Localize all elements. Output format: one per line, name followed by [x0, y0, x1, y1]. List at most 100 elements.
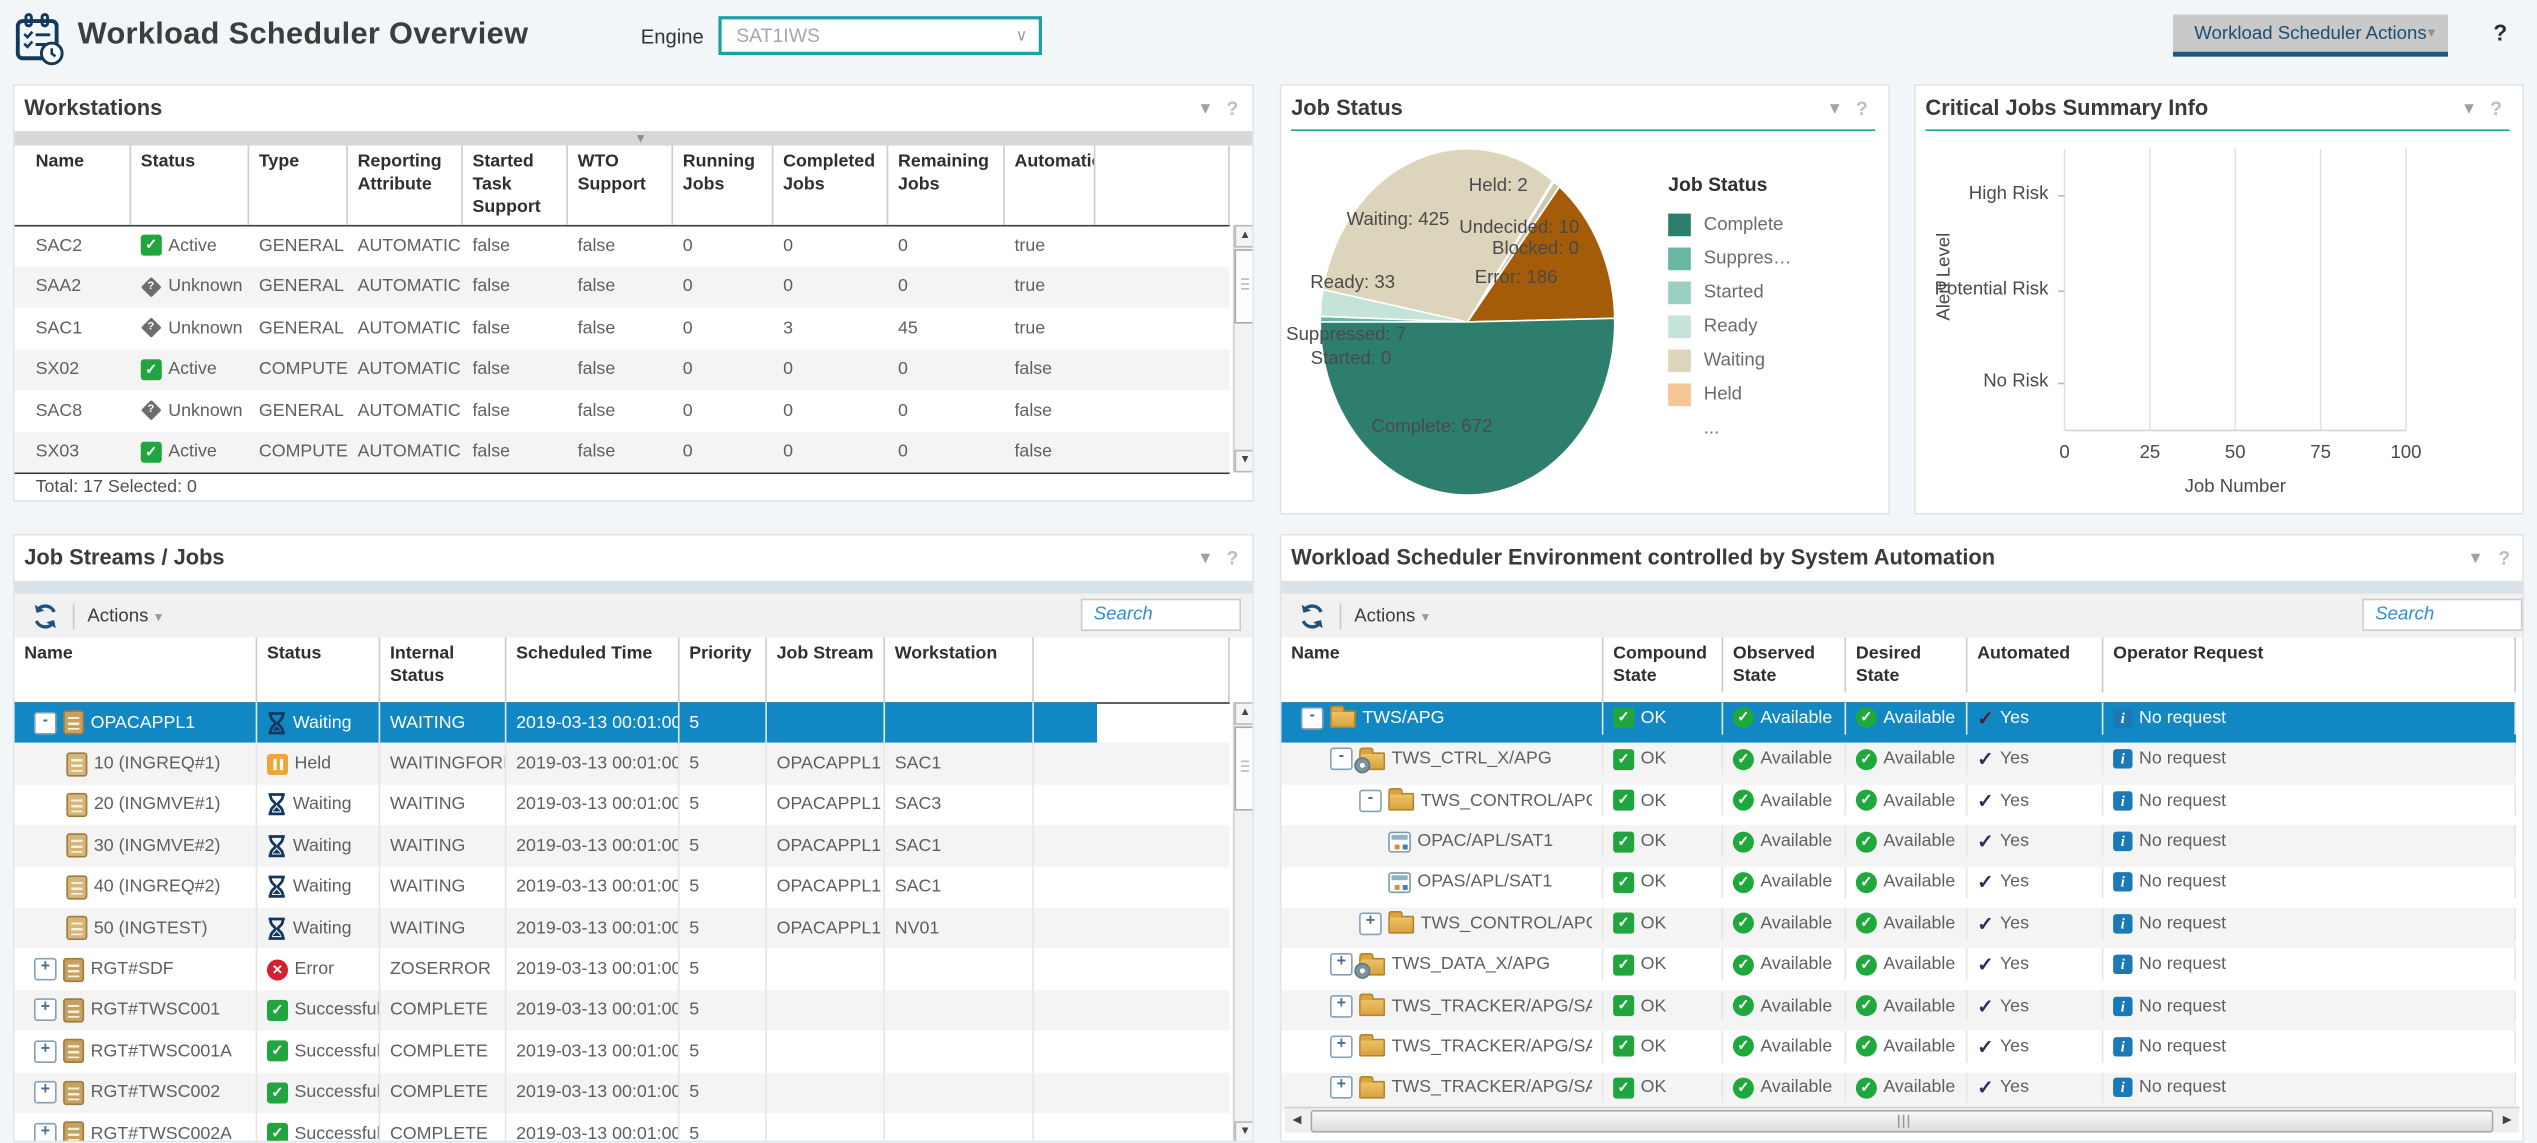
column-header-internal-status[interactable]: Internal Status [380, 637, 506, 702]
table-row[interactable]: OPAS/APL/SAT1✓OK✓Available✓Available✓Yes… [1281, 867, 2516, 908]
scroll-down-button[interactable]: ▼ [1235, 450, 1254, 473]
expand-toggle[interactable]: + [34, 1081, 57, 1104]
panel-menu-caret-icon[interactable]: ▼ [1197, 100, 1213, 118]
legend-item-ready[interactable]: Ready [1668, 309, 1792, 343]
column-header-operator-request[interactable]: Operator Request [2103, 637, 2516, 692]
column-header-automatic[interactable]: Automatic [1005, 146, 1096, 225]
column-header-status[interactable]: Status [257, 637, 380, 702]
collapse-toggle[interactable]: - [1359, 789, 1382, 812]
column-header-started-task-support[interactable]: Started Task Support [463, 146, 568, 225]
column-header-desired-state[interactable]: Desired State [1846, 637, 1967, 692]
collapse-toggle[interactable]: - [1330, 748, 1353, 771]
collapse-toggle[interactable]: - [1301, 707, 1324, 730]
table-row[interactable]: 20 (INGMVE#1)WaitingWAITING2019-03-13 00… [15, 784, 1230, 825]
column-header-automated[interactable]: Automated [1967, 637, 2103, 692]
table-row[interactable]: 10 (INGREQ#1)HeldWAITINGFORI2019-03-13 0… [15, 743, 1230, 784]
table-row[interactable]: +RGT#SDF✕ErrorZOSERROR2019-03-13 00:01:0… [15, 949, 1230, 990]
table-row[interactable]: 40 (INGREQ#2)WaitingWAITING2019-03-13 00… [15, 867, 1230, 908]
column-header-remaining-jobs[interactable]: Remaining Jobs [888, 146, 1004, 225]
table-row[interactable]: OPAC/APL/SAT1✓OK✓Available✓Available✓Yes… [1281, 825, 2516, 866]
legend-item-complete[interactable]: Complete [1668, 207, 1792, 241]
scrollbar-thumb[interactable] [1235, 249, 1254, 323]
scroll-up-button[interactable]: ▲ [1235, 225, 1254, 248]
column-header-observed-state[interactable]: Observed State [1723, 637, 1846, 692]
column-header-reporting-attribute[interactable]: Reporting Attribute [348, 146, 463, 225]
table-row[interactable]: +RGT#TWSC001✓SuccessfulCOMPLETE2019-03-1… [15, 990, 1230, 1031]
scroll-left-button[interactable]: ◀ [1286, 1110, 1307, 1131]
legend-item-suppres[interactable]: Suppres… [1668, 241, 1792, 275]
expand-toggle[interactable]: + [34, 958, 57, 981]
column-header-completed-jobs[interactable]: Completed Jobs [773, 146, 888, 225]
refresh-icon[interactable] [1298, 601, 1327, 630]
expand-toggle[interactable]: + [34, 1040, 57, 1063]
expand-toggle[interactable]: + [1330, 1035, 1353, 1058]
engine-select[interactable]: SAT1IWS ∨ [718, 16, 1042, 55]
expand-toggle[interactable]: + [34, 999, 57, 1022]
expand-toggle[interactable]: + [34, 1122, 57, 1140]
table-row[interactable]: +RGT#TWSC001A✓SuccessfulCOMPLETE2019-03-… [15, 1031, 1230, 1072]
expand-toggle[interactable]: + [1330, 953, 1353, 976]
legend-item-[interactable]: ... [1668, 411, 1792, 445]
table-row[interactable]: SX02✓ActiveCOMPUTERAUTOMATICfalsefalse00… [15, 349, 1230, 390]
column-header-name[interactable]: Name [1281, 637, 1603, 692]
pie-slice-complete[interactable] [1320, 318, 1614, 495]
column-header-workstation[interactable]: Workstation [885, 637, 1034, 702]
panel-help-icon[interactable]: ? [1226, 97, 1238, 120]
table-row[interactable]: -OPACAPPL1WaitingWAITING2019-03-13 00:01… [15, 702, 1230, 743]
job-status-pie-chart[interactable] [1281, 86, 1889, 515]
expand-toggle[interactable]: + [1330, 994, 1353, 1017]
vertical-scrollbar[interactable]: ▲ ▼ [1233, 225, 1254, 473]
table-row[interactable]: -TWS/APG✓OK✓Available✓Available✓YesiNo r… [1281, 702, 2516, 743]
column-header-name[interactable]: Name [15, 637, 258, 702]
column-header-scheduled-time[interactable]: Scheduled Time [506, 637, 679, 702]
panel-help-icon[interactable]: ? [2498, 547, 2510, 570]
search-input[interactable] [1081, 599, 1241, 631]
expand-toggle[interactable]: + [1359, 912, 1382, 935]
expand-toggle[interactable]: + [1330, 1077, 1353, 1100]
workload-scheduler-actions-button[interactable]: Workload Scheduler Actions ▾ [2173, 15, 2448, 57]
table-row[interactable]: +TWS_TRACKER/APG/SAT2✓OK✓Available✓Avail… [1281, 1031, 2516, 1072]
scroll-right-button[interactable]: ▶ [2497, 1110, 2518, 1131]
table-row[interactable]: +TWS_TRACKER/APG/SAT1✓OK✓Available✓Avail… [1281, 990, 2516, 1031]
table-row[interactable]: SAC1?UnknownGENERALAUTOMATICfalsefalse03… [15, 307, 1230, 348]
table-row[interactable]: +RGT#TWSC002A✓SuccessfulCOMPLETE2019-03-… [15, 1113, 1230, 1141]
table-row[interactable]: SAC2✓ActiveGENERALAUTOMATICfalsefalse000… [15, 225, 1230, 266]
table-row[interactable]: SAA2?UnknownGENERALAUTOMATICfalsefalse00… [15, 266, 1230, 307]
pie-label-error: Error: 186 [1475, 269, 1558, 288]
table-row[interactable]: 50 (INGTEST)WaitingWAITING2019-03-13 00:… [15, 908, 1230, 949]
vertical-scrollbar[interactable]: ▲ ▼ [1233, 702, 1254, 1142]
legend-item-held[interactable]: Held [1668, 377, 1792, 411]
collapse-toggle[interactable]: - [34, 711, 57, 734]
table-row[interactable]: SX03✓ActiveCOMPUTERAUTOMATICfalsefalse00… [15, 431, 1230, 472]
column-header-running-jobs[interactable]: Running Jobs [673, 146, 773, 225]
legend-item-started[interactable]: Started [1668, 275, 1792, 309]
column-header-name[interactable]: Name [15, 146, 131, 225]
scroll-up-button[interactable]: ▲ [1235, 702, 1254, 725]
table-row[interactable]: +RGT#TWSC002✓SuccessfulCOMPLETE2019-03-1… [15, 1072, 1230, 1113]
column-header-wto-support[interactable]: WTO Support [568, 146, 673, 225]
column-header-priority[interactable]: Priority [680, 637, 767, 702]
panel-menu-caret-icon[interactable]: ▼ [2467, 550, 2483, 568]
column-header-job-stream[interactable]: Job Stream [767, 637, 885, 702]
table-row[interactable]: SAC8?UnknownGENERALAUTOMATICfalsefalse00… [15, 390, 1230, 431]
table-row[interactable]: -TWS_CTRL_X/APG✓OK✓Available✓Available✓Y… [1281, 743, 2516, 784]
actions-menu-button[interactable]: Actions▾ [87, 606, 162, 625]
panel-menu-caret-icon[interactable]: ▼ [1197, 550, 1213, 568]
column-resize-strip[interactable]: ▼ [15, 131, 1253, 146]
scrollbar-thumb[interactable] [1311, 1110, 2494, 1133]
column-header-status[interactable]: Status [131, 146, 249, 225]
actions-menu-button[interactable]: Actions▾ [1354, 606, 1429, 625]
search-input[interactable] [2362, 599, 2522, 631]
column-header-type[interactable]: Type [249, 146, 348, 225]
column-header-compound-state[interactable]: Compound State [1603, 637, 1723, 692]
table-row[interactable]: 30 (INGMVE#2)WaitingWAITING2019-03-13 00… [15, 825, 1230, 866]
scroll-down-button[interactable]: ▼ [1235, 1121, 1254, 1142]
help-icon[interactable]: ? [2493, 19, 2507, 45]
legend-item-waiting[interactable]: Waiting [1668, 343, 1792, 377]
scrollbar-thumb[interactable] [1235, 726, 1254, 810]
table-row[interactable]: +TWS_DATA_X/APG✓OK✓Available✓Available✓Y… [1281, 949, 2516, 990]
table-row[interactable]: -TWS_CONTROL/APG/SAT1✓OK✓Available✓Avail… [1281, 784, 2516, 825]
table-row[interactable]: +TWS_CONTROL/APG/SAT1✓OK✓Available✓Avail… [1281, 908, 2516, 949]
panel-help-icon[interactable]: ? [1226, 547, 1238, 570]
refresh-icon[interactable] [31, 601, 60, 630]
